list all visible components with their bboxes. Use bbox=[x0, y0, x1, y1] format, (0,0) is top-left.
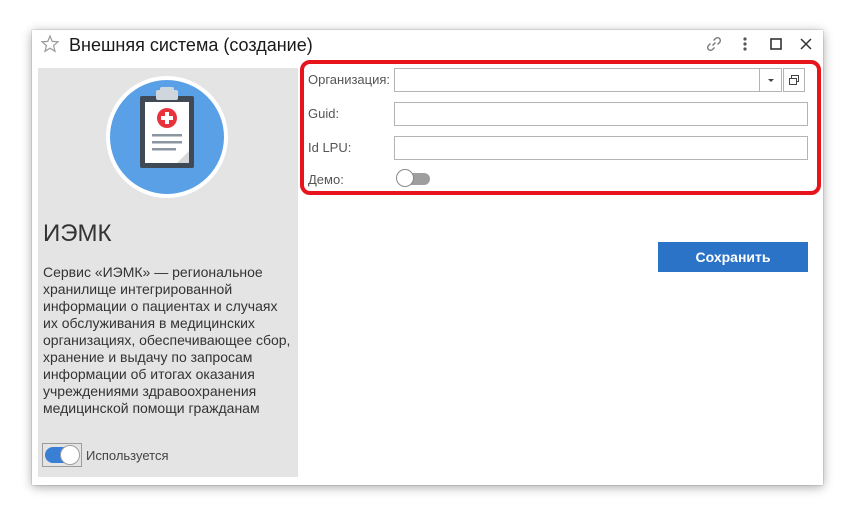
star-icon[interactable] bbox=[40, 34, 60, 54]
dialog-window: Внешняя система (создание) ИЭМК Сервис «… bbox=[32, 30, 823, 485]
toggle-knob bbox=[396, 169, 414, 187]
link-icon[interactable] bbox=[704, 34, 724, 54]
clipboard-medical-icon bbox=[104, 74, 230, 200]
toggle-switch-on bbox=[45, 445, 80, 465]
guid-label: Guid: bbox=[308, 106, 340, 121]
demo-label: Демо: bbox=[308, 172, 344, 187]
demo-toggle[interactable] bbox=[396, 169, 430, 187]
used-toggle[interactable] bbox=[42, 443, 82, 467]
used-toggle-row: Используется bbox=[42, 443, 169, 467]
more-vertical-icon[interactable] bbox=[735, 34, 755, 54]
close-icon[interactable] bbox=[796, 34, 816, 54]
organization-open-button[interactable] bbox=[783, 68, 805, 92]
organization-dropdown-button[interactable] bbox=[760, 68, 782, 92]
id-lpu-label: Id LPU: bbox=[308, 140, 352, 155]
toggle-knob bbox=[60, 445, 80, 465]
maximize-icon[interactable] bbox=[766, 34, 786, 54]
save-button[interactable]: Сохранить bbox=[658, 242, 808, 272]
used-label: Используется bbox=[86, 447, 169, 463]
guid-input[interactable] bbox=[394, 102, 808, 126]
organization-input[interactable] bbox=[394, 68, 760, 92]
id-lpu-input[interactable] bbox=[394, 136, 808, 160]
chevron-down-icon bbox=[767, 79, 774, 82]
organization-label: Организация: bbox=[308, 72, 391, 87]
open-window-icon bbox=[789, 75, 799, 85]
info-panel: ИЭМК Сервис «ИЭМК» — региональное хранил… bbox=[38, 68, 298, 477]
app-description: Сервис «ИЭМК» — региональное хранилище и… bbox=[43, 264, 291, 416]
title-bar: Внешняя система (создание) bbox=[32, 30, 823, 62]
window-title: Внешняя система (создание) bbox=[69, 35, 313, 55]
app-name: ИЭМК bbox=[43, 220, 112, 247]
